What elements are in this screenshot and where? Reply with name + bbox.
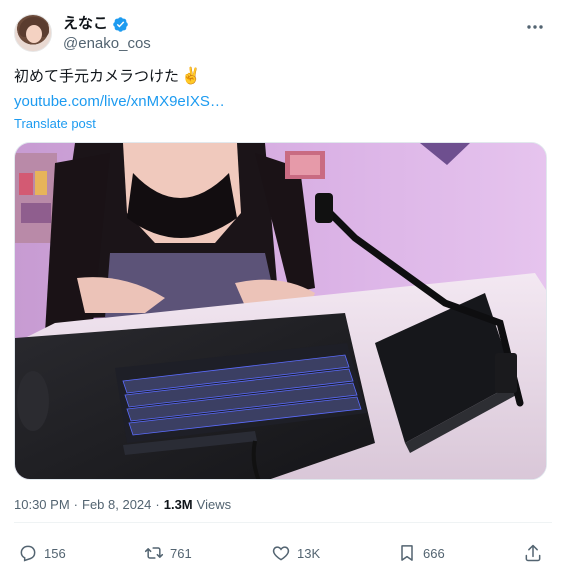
share-icon bbox=[525, 544, 541, 562]
bookmark-button[interactable]: 666 bbox=[397, 541, 445, 565]
like-count: 13K bbox=[297, 545, 321, 561]
verified-badge-icon bbox=[113, 16, 128, 32]
post-text-body: 初めて手元カメラつけた bbox=[14, 68, 180, 85]
reply-count: 156 bbox=[44, 545, 66, 561]
victory-hand-emoji-icon: ✌️ bbox=[181, 68, 201, 85]
translate-post-button[interactable]: Translate post bbox=[14, 116, 96, 132]
post-meta: 10:30 PM · Feb 8, 2024 · 1.3M Views bbox=[14, 497, 231, 513]
views-count: 1.3M bbox=[163, 497, 193, 512]
divider bbox=[14, 522, 552, 523]
meta-separator: · bbox=[73, 497, 78, 512]
author-avatar[interactable] bbox=[14, 14, 52, 52]
post-media-photo[interactable] bbox=[14, 142, 547, 480]
views-label: Views bbox=[196, 497, 232, 512]
repost-count: 761 bbox=[170, 545, 192, 561]
author-name-row: えなこ bbox=[63, 14, 129, 34]
repost-icon bbox=[144, 547, 164, 559]
bookmark-count: 666 bbox=[423, 545, 445, 561]
repost-button[interactable]: 761 bbox=[144, 541, 192, 565]
post-text: 初めて手元カメラつけた ✌️ bbox=[14, 67, 201, 87]
author-display-name[interactable]: えなこ bbox=[63, 14, 108, 34]
author-handle[interactable]: @enako_cos bbox=[63, 34, 151, 54]
bookmark-icon bbox=[401, 545, 413, 561]
more-options-icon[interactable] bbox=[522, 14, 548, 40]
post-date[interactable]: Feb 8, 2024 bbox=[82, 497, 151, 513]
desk-camera-photo bbox=[15, 143, 546, 479]
post-card: えなこ @enako_cos 初めて手元カメラつけた ✌️ youtube.co… bbox=[0, 0, 566, 576]
share-button[interactable] bbox=[523, 541, 543, 565]
action-bar: 156 761 13K 666 bbox=[18, 541, 548, 565]
youtube-link[interactable]: youtube.com/live/xnMX9eIXS… bbox=[14, 92, 225, 112]
reply-button[interactable]: 156 bbox=[18, 541, 66, 565]
heart-icon bbox=[272, 546, 290, 561]
like-button[interactable]: 13K bbox=[271, 541, 320, 565]
reply-icon bbox=[20, 545, 36, 562]
post-time[interactable]: 10:30 PM bbox=[14, 497, 70, 513]
avatar-face bbox=[26, 25, 42, 43]
meta-dot: · bbox=[155, 497, 160, 512]
